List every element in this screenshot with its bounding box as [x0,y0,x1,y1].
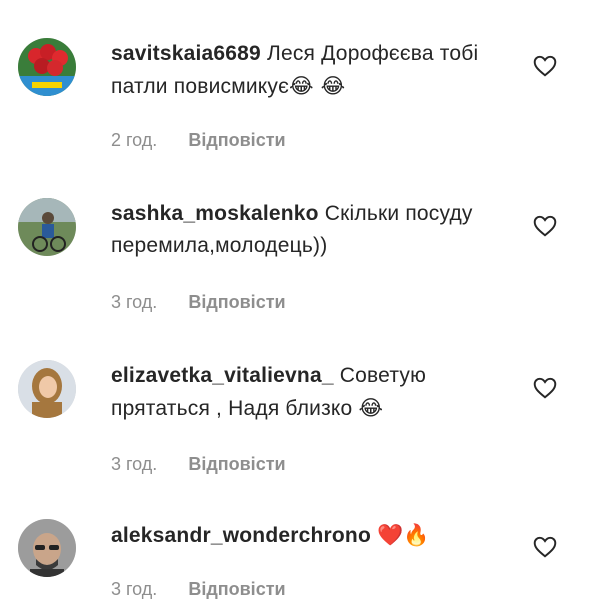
comment-meta: 3 год. Відповісти [111,579,286,600]
flowers-avatar-icon [18,38,76,96]
reply-button[interactable]: Відповісти [188,292,285,312]
reply-button[interactable]: Відповісти [188,130,285,150]
comment-body: elizavetka_vitalievna_ Советую прятаться… [111,360,521,425]
comment-time[interactable]: 3 год. [111,579,157,599]
avatar[interactable] [18,519,76,577]
girl-avatar-icon [18,360,76,418]
comment-body: sashka_moskalenko Скільки посуду перемил… [111,198,521,262]
comment-username[interactable]: savitskaia6689 [111,42,261,65]
comment-meta: 3 год. Відповісти [111,454,286,475]
comment-meta: 3 год. Відповісти [111,292,286,313]
reply-button[interactable]: Відповісти [188,454,285,474]
comment-body: savitskaia6689 Леся Дорофєєва тобі патли… [111,38,521,103]
heart-icon[interactable] [532,53,558,79]
man-avatar-icon [18,519,76,577]
comment-username[interactable]: elizavetka_vitalievna_ [111,364,334,387]
comment-username[interactable]: aleksandr_wonderchrono [111,524,371,547]
heart-icon[interactable] [532,534,558,560]
comment-time[interactable]: 2 год. [111,130,157,150]
heart-icon[interactable] [532,213,558,239]
comment-time[interactable]: 3 год. [111,454,157,474]
bike-avatar-icon [18,198,76,256]
heart-icon[interactable] [532,375,558,401]
comments-list: savitskaia6689 Леся Дорофєєва тобі патли… [0,0,600,600]
comment-emoji: ❤️🔥 [377,523,430,547]
reply-button[interactable]: Відповісти [188,579,285,599]
comment-meta: 2 год. Відповісти [111,130,286,151]
comment-username[interactable]: sashka_moskalenko [111,202,319,225]
comment-body: aleksandr_wonderchrono ❤️🔥 [111,519,521,552]
comment-time[interactable]: 3 год. [111,292,157,312]
avatar[interactable] [18,38,76,96]
avatar[interactable] [18,198,76,256]
comment-emoji: 😂 😂 [289,74,346,98]
comment-emoji: 😂 [358,396,384,420]
avatar[interactable] [18,360,76,418]
